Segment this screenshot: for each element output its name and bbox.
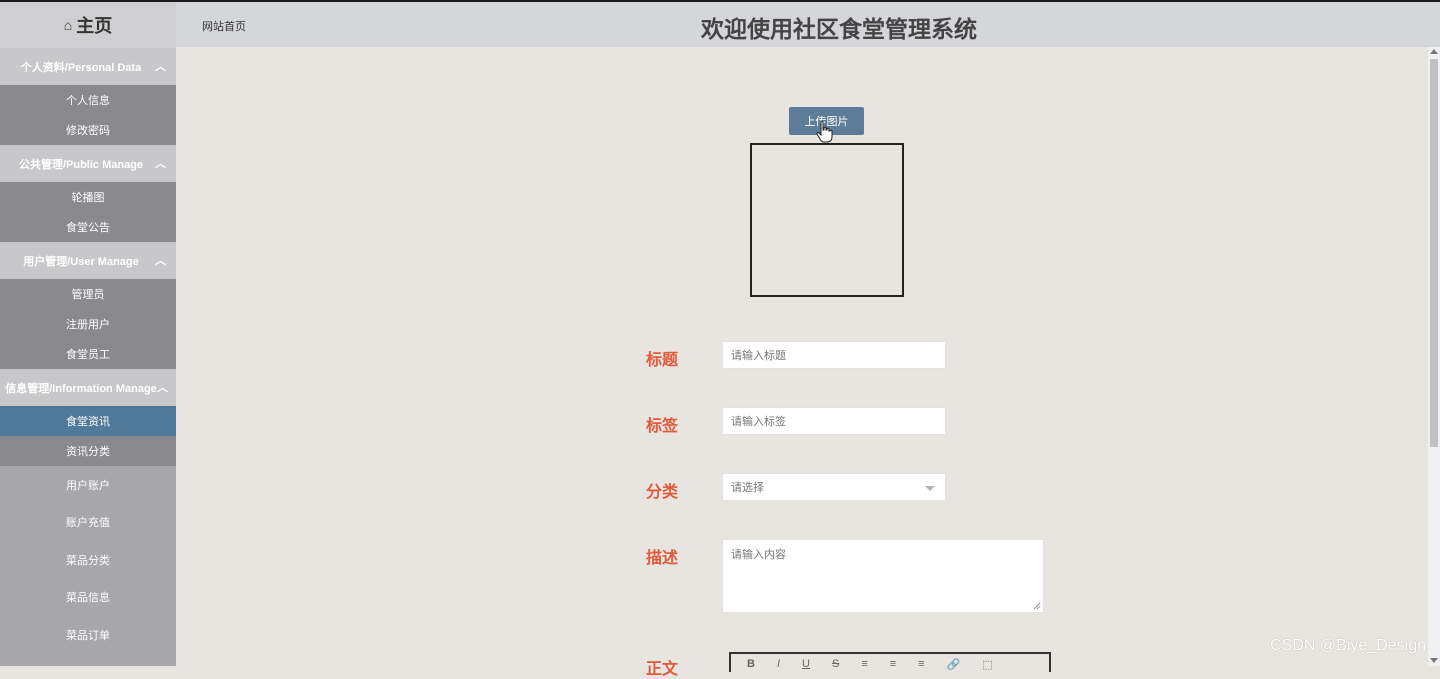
chevron-up-icon: ︿ (157, 382, 168, 394)
sidebar-item-registered-users[interactable]: 注册用户 (0, 309, 176, 339)
title-label: 标题 (646, 350, 679, 369)
page-title: 欢迎使用社区食堂管理系统 (701, 17, 977, 43)
bold-icon[interactable]: B (747, 658, 755, 672)
home-icon: ⌂ (63, 17, 73, 33)
hand-cursor-icon (816, 120, 833, 143)
underline-icon[interactable]: U (802, 658, 810, 672)
sidebar-item-news-category[interactable]: 资讯分类 (0, 436, 176, 466)
tag-input[interactable]: 请输入标签 (722, 407, 946, 435)
group-title: 用户管理/User Manage (23, 255, 139, 268)
sidebar-item-user-accounts[interactable]: 用户账户 (0, 466, 176, 504)
submenu-personal-data: 个人信息 修改密码 (0, 85, 176, 145)
group-title: 公共管理/Public Manage (18, 158, 144, 171)
group-title: 个人资料/Personal Data (20, 61, 142, 74)
image-icon[interactable]: ⬚ (982, 658, 992, 672)
chevron-down-icon (925, 486, 935, 491)
chevron-up-icon: ︿ (155, 255, 166, 267)
italic-icon[interactable]: I (777, 658, 780, 672)
chevron-up-icon: ︿ (155, 61, 166, 73)
submenu-user-manage: 管理员 注册用户 食堂员工 (0, 279, 176, 369)
sidebar-item-admins[interactable]: 管理员 (0, 279, 176, 309)
scroll-thumb[interactable] (1430, 59, 1438, 447)
scroll-down-arrow-icon[interactable] (1430, 658, 1438, 663)
group-title: 信息管理/Information Manage (5, 382, 157, 395)
group-public-manage[interactable]: 公共管理/Public Manage ︿ (0, 145, 176, 182)
tag-placeholder: 请输入标签 (731, 416, 786, 428)
title-input[interactable]: 请输入标题 (722, 341, 946, 369)
vertical-scrollbar[interactable] (1428, 47, 1440, 666)
sidebar-home[interactable]: ⌂ 主页 (0, 2, 176, 48)
rich-text-toolbar: B I U S ≡ ≡ ≡ 🔗 ⬚ (729, 652, 1051, 672)
sidebar-item-canteen-news[interactable]: 食堂资讯 (0, 406, 176, 436)
watermark: CSDN @Biye_Design (1270, 637, 1426, 654)
description-label: 描述 (646, 548, 679, 567)
align-center-icon[interactable]: ≡ (890, 658, 896, 672)
tag-label: 标签 (646, 416, 679, 435)
sidebar-item-dish-info[interactable]: 菜品信息 (0, 578, 176, 616)
strikethrough-icon[interactable]: S (832, 658, 839, 672)
sidebar-item-dish-category[interactable]: 菜品分类 (0, 541, 176, 579)
category-select[interactable]: 请选择 (722, 473, 946, 501)
sidebar-item-dish-orders[interactable]: 菜品订单 (0, 616, 176, 654)
sidebar-item-change-password[interactable]: 修改密码 (0, 115, 176, 145)
sidebar-item-staff[interactable]: 食堂员工 (0, 339, 176, 369)
scroll-up-arrow-icon[interactable] (1430, 49, 1438, 54)
sidebar-item-account-recharge[interactable]: 账户充值 (0, 503, 176, 541)
sidebar-item-announcements[interactable]: 食堂公告 (0, 212, 176, 242)
sidebar-item-carousel[interactable]: 轮播图 (0, 182, 176, 212)
title-placeholder: 请输入标题 (731, 350, 786, 362)
chevron-up-icon: ︿ (155, 158, 166, 170)
description-placeholder: 请输入内容 (731, 549, 786, 561)
body-label: 正文 (646, 659, 679, 678)
top-header: 网站首页 欢迎使用社区食堂管理系统 (176, 2, 1440, 47)
resize-grip-icon[interactable] (1033, 602, 1041, 610)
sidebar: ⌂ 主页 个人资料/Personal Data ︿ 个人信息 修改密码 公共管理… (0, 2, 176, 666)
category-placeholder: 请选择 (731, 482, 764, 494)
submenu-information-manage: 食堂资讯 资讯分类 (0, 406, 176, 466)
group-information-manage[interactable]: 信息管理/Information Manage ︿ (0, 369, 176, 406)
home-label: 主页 (76, 16, 113, 37)
description-textarea[interactable]: 请输入内容 (722, 539, 1044, 613)
image-preview-box (750, 143, 904, 297)
link-icon[interactable]: 🔗 (947, 658, 961, 672)
group-personal-data[interactable]: 个人资料/Personal Data ︿ (0, 48, 176, 85)
align-left-icon[interactable]: ≡ (861, 658, 867, 672)
submenu-public-manage: 轮播图 食堂公告 (0, 182, 176, 242)
category-label: 分类 (646, 482, 679, 501)
align-right-icon[interactable]: ≡ (918, 658, 924, 672)
sidebar-item-personal-info[interactable]: 个人信息 (0, 85, 176, 115)
group-user-manage[interactable]: 用户管理/User Manage ︿ (0, 242, 176, 279)
